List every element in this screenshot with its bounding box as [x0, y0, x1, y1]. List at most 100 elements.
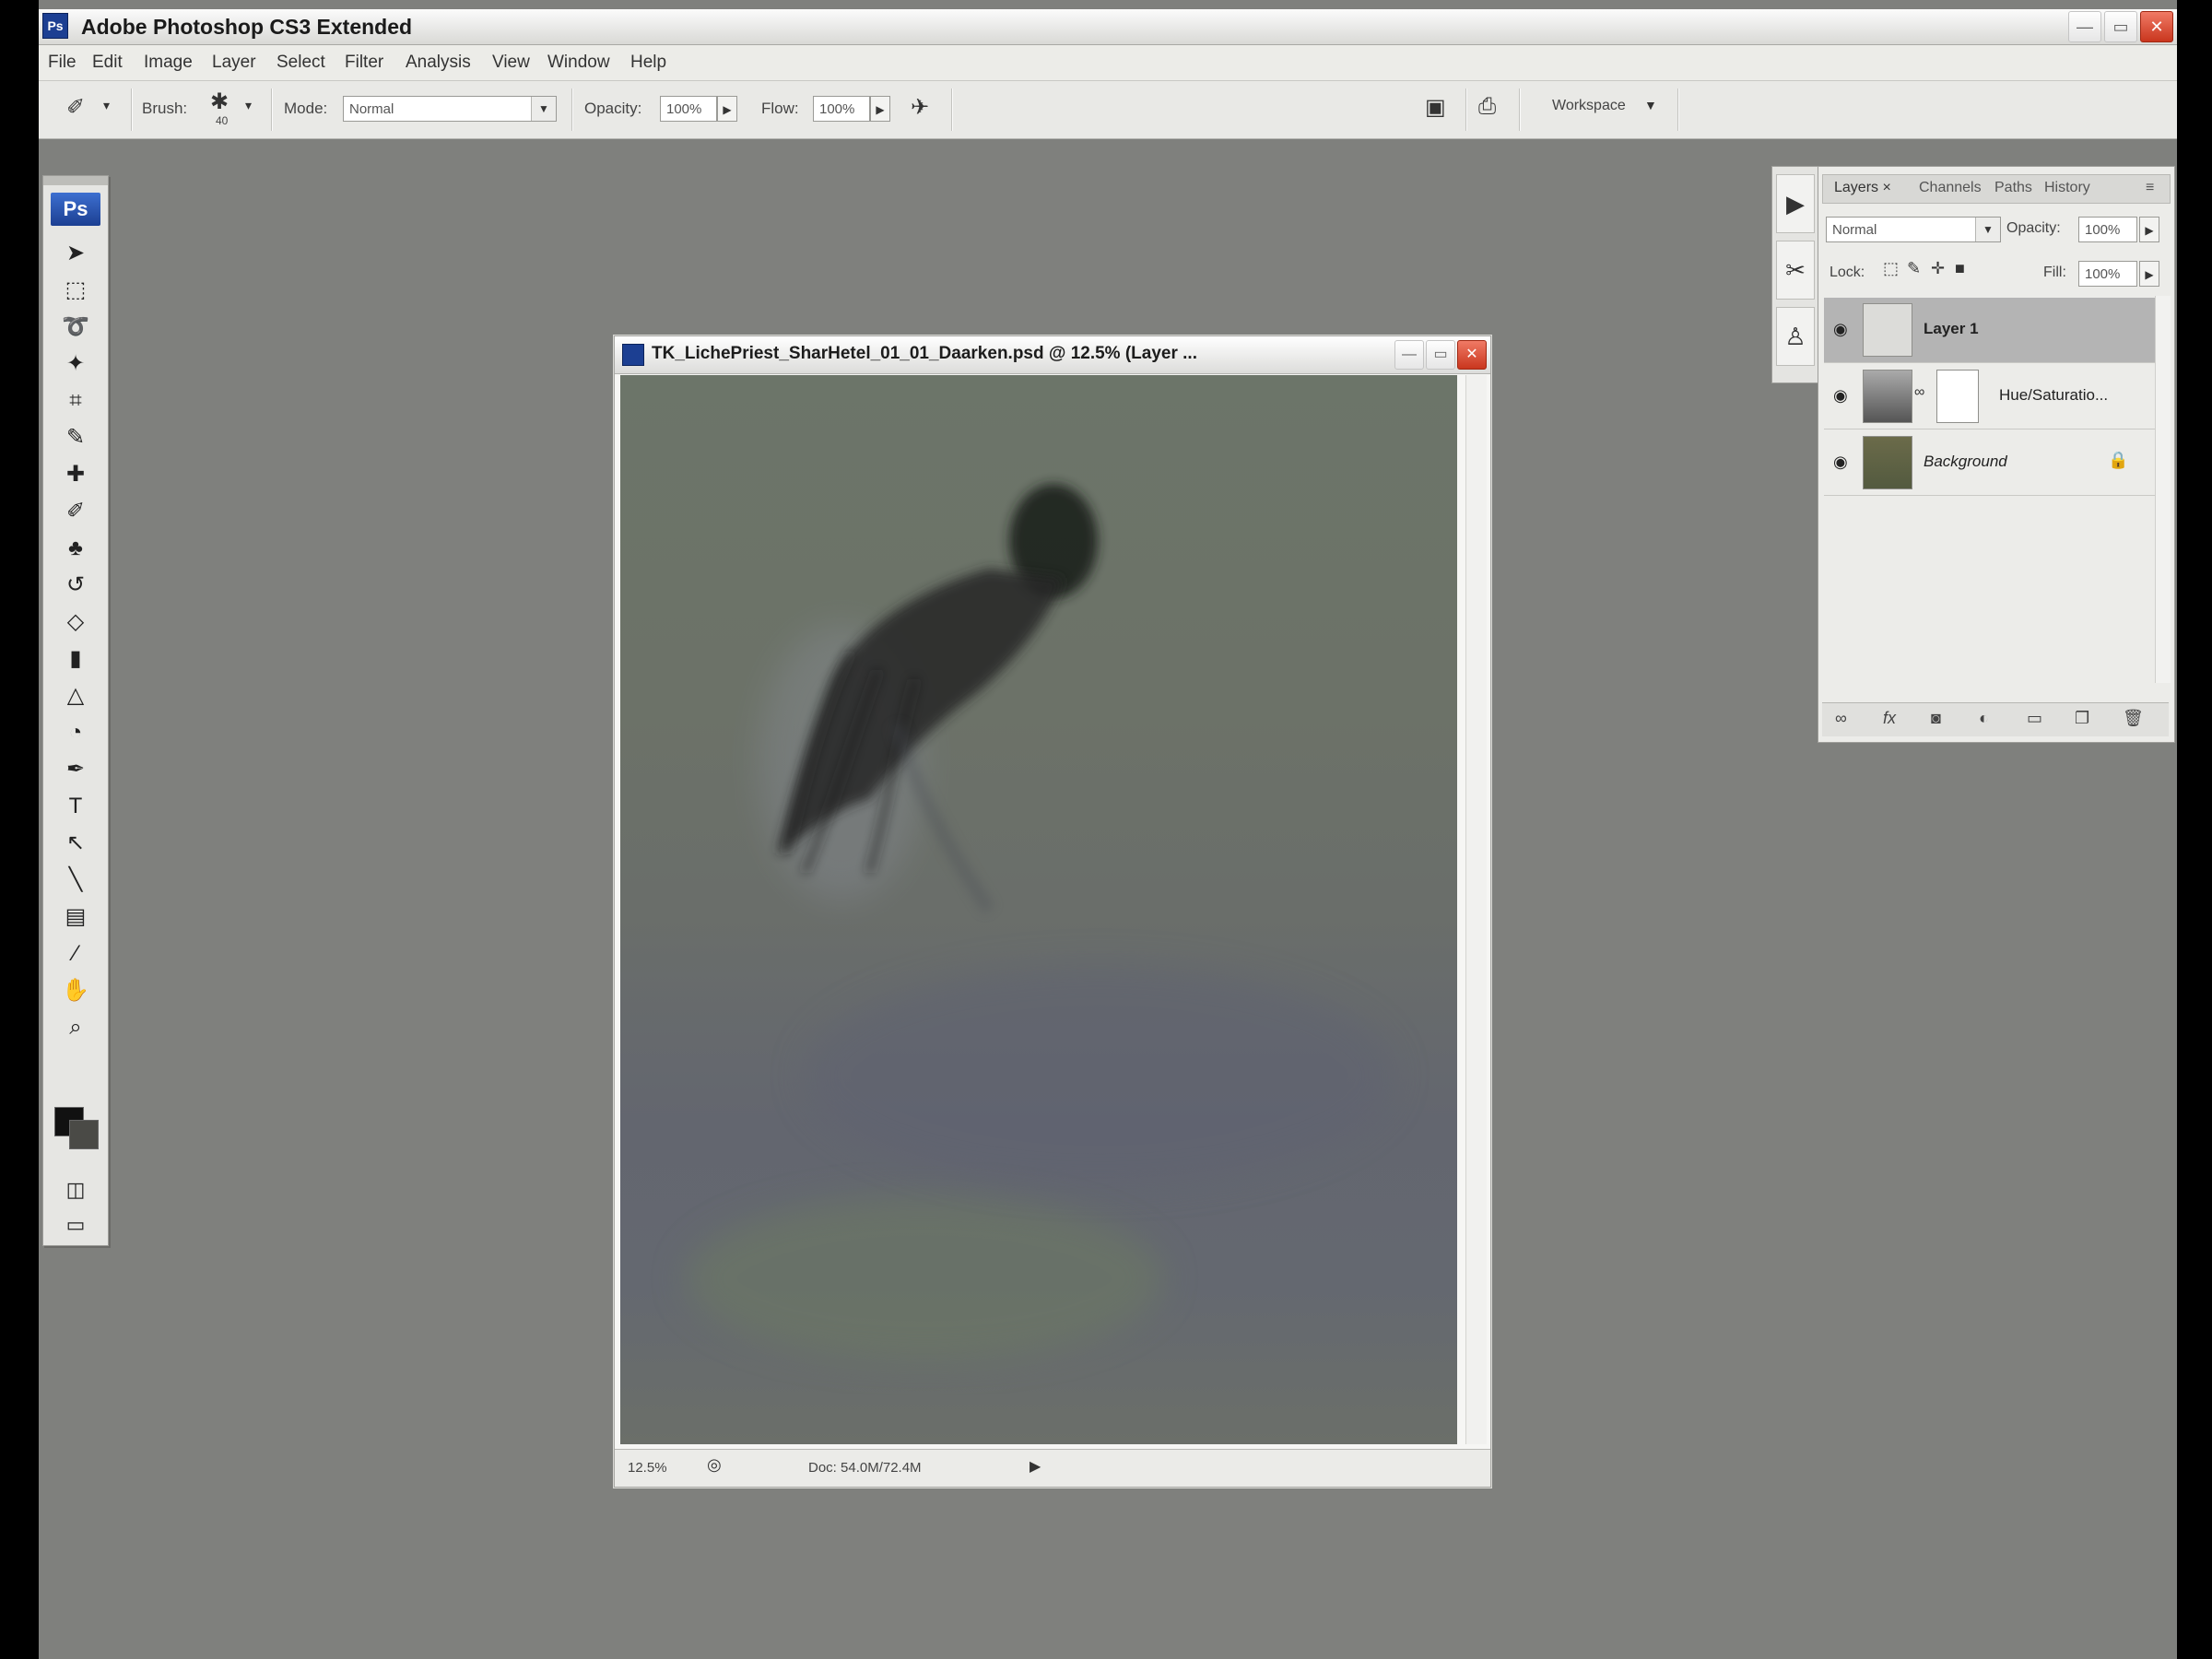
new-layer-icon[interactable]: ❐ — [2075, 709, 2089, 728]
fx-icon[interactable]: fx — [1883, 709, 1896, 728]
gradient-tool-icon[interactable]: ▮ — [43, 641, 108, 677]
dodge-tool-icon[interactable]: ◔ — [43, 714, 108, 751]
chevron-down-icon[interactable]: ▾ — [103, 98, 110, 113]
bridge-icon[interactable]: ⎙ — [1478, 94, 1496, 120]
crop-tool-icon[interactable]: ⌗ — [43, 382, 108, 419]
brush-dropdown-icon[interactable]: ▾ — [245, 98, 252, 113]
workspace-button[interactable]: Workspace — [1552, 98, 1626, 114]
brush-preset-icon[interactable]: ✐ — [66, 94, 85, 121]
eye-icon[interactable]: ◉ — [1833, 453, 1848, 472]
menu-file[interactable]: File — [48, 53, 76, 73]
close-button[interactable]: ✕ — [2140, 11, 2173, 42]
menu-analysis[interactable]: Analysis — [406, 53, 471, 73]
mode-select[interactable]: Normal ▼ — [343, 96, 557, 122]
menu-view[interactable]: View — [492, 53, 530, 73]
document-title-bar[interactable]: TK_LichePriest_SharHetel_01_01_Daarken.p… — [615, 336, 1490, 374]
eye-icon[interactable]: ◉ — [1833, 386, 1848, 406]
panel-menu-icon[interactable]: ≡ — [2146, 180, 2154, 196]
brush-tool-icon[interactable]: ✐ — [43, 493, 108, 530]
zoom-level[interactable]: 12.5% — [628, 1460, 667, 1476]
menu-filter[interactable]: Filter — [345, 53, 383, 73]
lock-transparent-icon[interactable]: ⬚ — [1883, 259, 1899, 278]
lock-image-icon[interactable]: ✎ — [1907, 259, 1921, 278]
new-group-icon[interactable]: ▭ — [2027, 709, 2042, 728]
layer-row[interactable]: ◉ Background 🔒 — [1824, 430, 2156, 496]
lock-all-icon[interactable]: ■ — [1955, 259, 1965, 278]
menu-select[interactable]: Select — [276, 53, 325, 73]
layer-name: Layer 1 — [1924, 320, 1979, 337]
trash-icon[interactable]: 🗑 — [2123, 709, 2144, 728]
blend-mode-select[interactable]: Normal ▼ — [1826, 217, 2001, 242]
document-close-button[interactable]: ✕ — [1457, 340, 1487, 370]
lasso-tool-icon[interactable]: ➰ — [43, 309, 108, 346]
tab-paths[interactable]: Paths — [1994, 180, 2032, 196]
layer-name: Background — [1924, 453, 2007, 470]
background-color-swatch[interactable] — [69, 1120, 99, 1149]
flow-slider-button[interactable]: ▶ — [870, 96, 890, 122]
layer-row[interactable]: ◉ ∞ Hue/Saturatio... — [1824, 364, 2156, 429]
toolbox-grip[interactable] — [43, 176, 108, 185]
airbrush-icon[interactable]: ✈ — [911, 94, 929, 121]
document-restore-button[interactable]: ▭ — [1426, 340, 1455, 370]
document-vertical-scrollbar[interactable] — [1465, 375, 1487, 1444]
move-tool-icon[interactable]: ➤ — [43, 235, 108, 272]
lock-position-icon[interactable]: ✛ — [1931, 259, 1945, 278]
image-canvas[interactable] — [620, 375, 1457, 1444]
tab-channels[interactable]: Channels — [1919, 180, 1982, 196]
navigator-icon[interactable]: ▶ — [1776, 174, 1815, 233]
quick-mask-icon[interactable]: ◫ — [43, 1171, 108, 1208]
adjustment-layer-icon[interactable]: ◐ — [1979, 709, 1989, 728]
clone-source-icon[interactable]: ♙ — [1776, 307, 1815, 366]
brush-picker-icon[interactable]: ✱ — [210, 88, 229, 115]
clone-stamp-tool-icon[interactable]: ♣ — [43, 530, 108, 567]
chevron-down-icon[interactable]: ▼ — [1644, 98, 1657, 112]
marquee-tool-icon[interactable]: ⬚ — [43, 272, 108, 309]
tab-layers[interactable]: Layers × — [1834, 180, 1891, 196]
history-brush-tool-icon[interactable]: ↺ — [43, 567, 108, 604]
fill-slider-button[interactable]: ▶ — [2139, 261, 2159, 287]
menu-layer[interactable]: Layer — [212, 53, 256, 73]
eraser-tool-icon[interactable]: ◇ — [43, 604, 108, 641]
ps-logo[interactable]: Ps — [51, 193, 100, 226]
document-minimize-button[interactable]: — — [1394, 340, 1424, 370]
add-mask-icon[interactable]: ◙ — [1931, 709, 1941, 728]
layer-opacity-field[interactable]: 100% — [2078, 217, 2137, 242]
flow-field[interactable]: 100% — [813, 96, 870, 122]
layers-scrollbar[interactable] — [2155, 296, 2171, 683]
restore-button[interactable]: ▭ — [2104, 11, 2137, 42]
menu-image[interactable]: Image — [144, 53, 193, 73]
divider — [1465, 88, 1467, 131]
menu-edit[interactable]: Edit — [92, 53, 123, 73]
app-icon: Ps — [42, 13, 68, 39]
slice-tool-icon[interactable]: ✎ — [43, 419, 108, 456]
opacity-slider-button[interactable]: ▶ — [717, 96, 737, 122]
minimize-button[interactable]: — — [2068, 11, 2101, 42]
type-tool-icon[interactable]: T — [43, 788, 108, 825]
layer-opacity-slider-button[interactable]: ▶ — [2139, 217, 2159, 242]
menu-help[interactable]: Help — [630, 53, 666, 73]
pen-tool-icon[interactable]: ✒ — [43, 751, 108, 788]
status-menu-arrow-icon[interactable]: ▶ — [1030, 1457, 1041, 1476]
status-options-icon[interactable]: ◎ — [707, 1455, 722, 1475]
palette-well-icon[interactable]: ▣ — [1425, 94, 1446, 121]
document-icon — [622, 344, 644, 366]
blur-tool-icon[interactable]: △ — [43, 677, 108, 714]
link-layers-icon[interactable]: ∞ — [1835, 709, 1847, 728]
zoom-tool-icon[interactable]: ⌕ — [43, 1009, 108, 1046]
fill-field[interactable]: 100% — [2078, 261, 2137, 287]
path-selection-tool-icon[interactable]: ↖ — [43, 825, 108, 862]
line-tool-icon[interactable]: ╲ — [43, 862, 108, 899]
eye-icon[interactable]: ◉ — [1833, 320, 1848, 339]
eyedropper-tool-icon[interactable]: ⁄ — [43, 935, 108, 972]
opacity-field[interactable]: 100% — [660, 96, 717, 122]
tools-panel-icon[interactable]: ✂ — [1776, 241, 1815, 300]
menu-window[interactable]: Window — [547, 53, 610, 73]
healing-brush-tool-icon[interactable]: ✚ — [43, 456, 108, 493]
layer-row[interactable]: ◉ Layer 1 — [1824, 298, 2156, 363]
screen-mode-icon[interactable]: ▭ — [43, 1206, 108, 1243]
notes-tool-icon[interactable]: ▤ — [43, 899, 108, 935]
panel-tabs: Layers × Channels Paths History ≡ — [1822, 174, 2171, 204]
hand-tool-icon[interactable]: ✋ — [43, 972, 108, 1009]
magic-wand-tool-icon[interactable]: ✦ — [43, 346, 108, 382]
tab-history[interactable]: History — [2044, 180, 2090, 196]
